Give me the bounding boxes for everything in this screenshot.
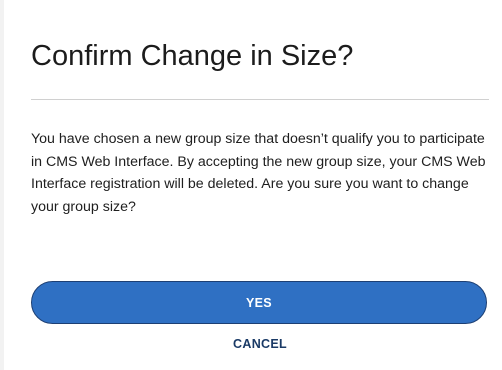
dialog-title: Confirm Change in Size? <box>31 40 354 72</box>
dialog-message: You have chosen a new group size that do… <box>31 131 486 215</box>
confirm-change-size-dialog: Confirm Change in Size? You have chosen … <box>0 0 502 370</box>
cancel-link[interactable]: CANCEL <box>31 336 489 352</box>
title-divider <box>31 99 489 100</box>
yes-button[interactable]: YES <box>31 281 487 324</box>
